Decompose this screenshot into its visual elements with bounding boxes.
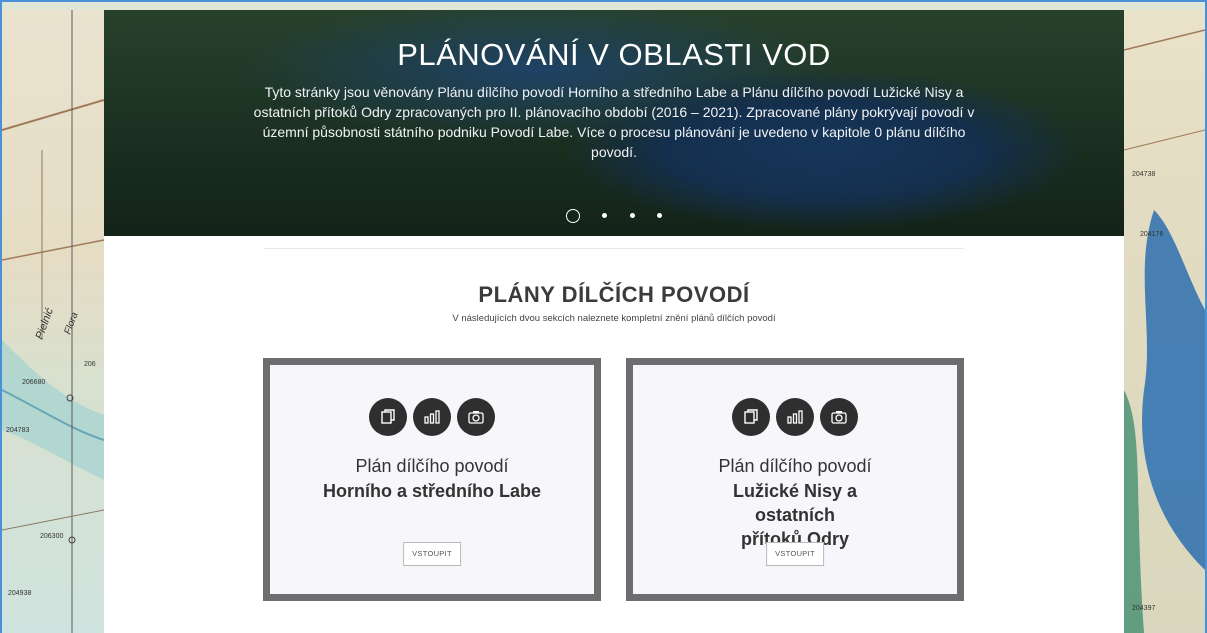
window-frame bbox=[0, 0, 1207, 633]
